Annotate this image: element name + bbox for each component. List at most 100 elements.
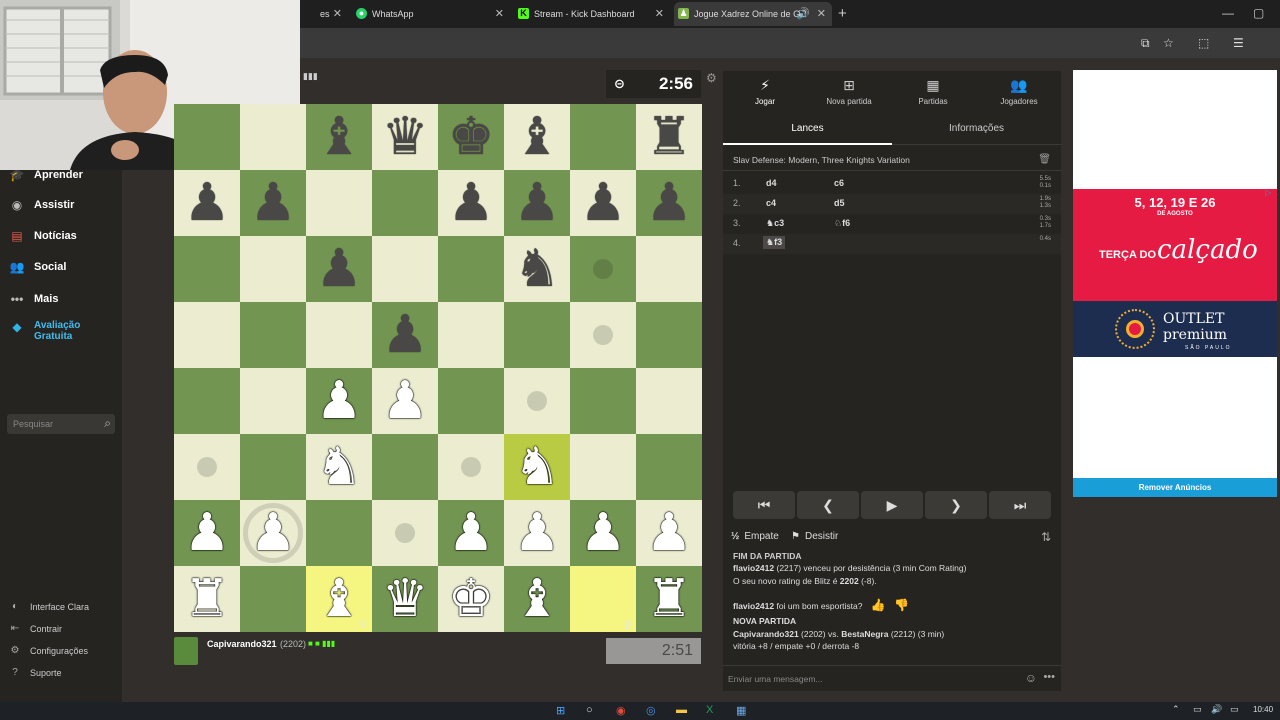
black-bishop-piece[interactable]: ♝	[306, 104, 372, 170]
calculator-icon[interactable]: ▦	[736, 704, 746, 717]
speaker-icon[interactable]: 🔊	[796, 7, 810, 20]
app-icon[interactable]: ◉	[616, 704, 626, 717]
play-button[interactable]: ▶	[861, 491, 923, 519]
sidebar-footer-suporte[interactable]: ? Suporte	[8, 667, 61, 678]
tab-partidas[interactable]: ▦ Partidas	[891, 71, 975, 115]
black-rook-piece[interactable]: ♜	[636, 104, 702, 170]
move-hint-dot[interactable]	[593, 325, 613, 345]
opening-name[interactable]: Slav Defense: Modern, Three Knights Vari…	[733, 155, 910, 165]
white-pawn-piece[interactable]: ♟	[636, 500, 702, 566]
square-b3[interactable]	[240, 434, 306, 500]
tab-jogadores[interactable]: 👥 Jogadores	[977, 71, 1061, 115]
black-pawn-piece[interactable]: ♟	[372, 302, 438, 368]
black-move[interactable]: ♘f6	[834, 218, 850, 229]
white-pawn-piece[interactable]: ♟	[372, 368, 438, 434]
sidebar-footer-interface-clara[interactable]: ◐ Interface Clara	[8, 601, 89, 612]
white-move[interactable]: d4	[766, 178, 777, 188]
volume-icon[interactable]: 🔊	[1211, 704, 1222, 715]
white-pawn-piece[interactable]: ♟	[570, 500, 636, 566]
minimize-icon[interactable]: —	[1222, 6, 1234, 20]
chrome-icon[interactable]: ◎	[646, 704, 656, 717]
sidebar-item-social[interactable]: 👥 Social	[8, 260, 67, 274]
square-d6[interactable]	[372, 236, 438, 302]
black-pawn-piece[interactable]: ♟	[240, 170, 306, 236]
browser-tab-chess[interactable]: ♟ Jogue Xadrez Online de GR 🔊 ✕	[674, 2, 832, 26]
black-queen-piece[interactable]: ♛	[372, 104, 438, 170]
white-pawn-piece[interactable]: ♟	[306, 368, 372, 434]
square-d7[interactable]	[372, 170, 438, 236]
browser-tab-kick[interactable]: K Stream - Kick Dashboard ✕	[514, 2, 670, 26]
square-e6[interactable]	[438, 236, 504, 302]
chess-board[interactable]: ♝ ♛ ♚ ♝ ♜ ♟ ♟ ♟ ♟ ♟ ♟ ♟ ♞ ♟ ♟ ♟ ♞ ♞ ♟ ♟ ♟ ♟ ♟ ♟ ♜ ♝ ♛ ♚ ♝ ♜ 7 6 5 4 3 2 1 a b c…	[174, 104, 702, 632]
square-h3[interactable]	[636, 434, 702, 500]
subtab-informacoes[interactable]: Informações	[892, 119, 1061, 145]
square-e5[interactable]	[438, 302, 504, 368]
white-knight-piece[interactable]: ♞	[306, 434, 372, 500]
browser-tab[interactable]: es ✕	[300, 2, 348, 26]
advertisement[interactable]: 5, 12, 19 E 26 DE AGOSTO TERÇA DO calçad…	[1073, 70, 1277, 497]
thumbs-down-icon[interactable]: 👎	[894, 598, 909, 612]
windows-start-icon[interactable]: ⊞	[556, 704, 565, 717]
square-b5[interactable]	[240, 302, 306, 368]
prev-move-button[interactable]: ❮	[797, 491, 859, 519]
move-hint-dot[interactable]	[461, 457, 481, 477]
square-e4[interactable]	[438, 368, 504, 434]
flip-board-icon[interactable]: ⇅	[1041, 530, 1051, 544]
black-pawn-piece[interactable]: ♟	[504, 170, 570, 236]
search-icon[interactable]: ⌕	[104, 416, 111, 431]
subtab-lances[interactable]: Lances	[723, 119, 892, 145]
sidebar-item-mais[interactable]: ••• Mais	[8, 292, 59, 306]
network-icon[interactable]: ▭	[1193, 704, 1202, 715]
star-icon[interactable]: ☆	[1163, 36, 1174, 50]
move-hint-dot[interactable]	[197, 457, 217, 477]
white-pawn-piece[interactable]: ♟	[504, 500, 570, 566]
white-pawn-piece[interactable]: ♟	[438, 500, 504, 566]
move-hint-dot[interactable]	[593, 259, 613, 279]
square-g3[interactable]	[570, 434, 636, 500]
black-pawn-piece[interactable]: ♟	[636, 170, 702, 236]
search-taskbar-icon[interactable]: ○	[586, 704, 593, 716]
thumbs-up-icon[interactable]: 👍	[871, 598, 886, 612]
black-move[interactable]: c6	[834, 178, 844, 188]
square-h6[interactable]	[636, 236, 702, 302]
trash-icon[interactable]: 🗑	[1038, 154, 1051, 165]
player-name[interactable]: Capivarando321	[207, 639, 277, 649]
ad-info-icon[interactable]: ▷	[1265, 188, 1271, 197]
sidebar-item-assistir[interactable]: ◉ Assistir	[8, 198, 75, 212]
move-hint-dot[interactable]	[527, 391, 547, 411]
draw-button[interactable]: ½ Empate	[731, 531, 779, 542]
sidebar-footer-contrair[interactable]: ⇤ Contrair	[8, 623, 62, 634]
board-settings-icon[interactable]: ⚙	[706, 71, 717, 85]
square-a8[interactable]	[174, 104, 240, 170]
white-move[interactable]: ♞f3	[763, 236, 786, 249]
search-input[interactable]: Pesquisar ⌕	[7, 414, 115, 434]
first-move-button[interactable]: ⏮	[733, 491, 795, 519]
close-tab-icon[interactable]: ✕	[817, 7, 826, 20]
white-pawn-piece[interactable]: ♟	[240, 500, 306, 566]
chat-username[interactable]: Capivarando321	[733, 629, 799, 639]
square-c2[interactable]	[306, 500, 372, 566]
emoji-icon[interactable]: ☺	[1025, 671, 1037, 685]
extensions-icon[interactable]: ⬚	[1198, 36, 1209, 50]
white-move[interactable]: c4	[766, 198, 776, 208]
black-pawn-piece[interactable]: ♟	[438, 170, 504, 236]
folder-icon[interactable]: ▬	[676, 704, 687, 716]
square-c7[interactable]	[306, 170, 372, 236]
chat-username[interactable]: BestaNegra	[841, 629, 888, 639]
move-hint-dot[interactable]	[395, 523, 415, 543]
black-pawn-piece[interactable]: ♟	[306, 236, 372, 302]
square-f5[interactable]	[504, 302, 570, 368]
sidebar-item-avaliacao[interactable]: ◆ Avaliação Gratuita	[8, 320, 108, 342]
square-b8[interactable]	[240, 104, 306, 170]
cast-icon[interactable]: ⧉	[1141, 36, 1150, 51]
last-move-button[interactable]: ⏭	[989, 491, 1051, 519]
player-avatar[interactable]	[174, 637, 198, 665]
white-move[interactable]: ♞c3	[766, 218, 784, 229]
black-knight-piece[interactable]: ♞	[504, 236, 570, 302]
close-tab-icon[interactable]: ✕	[655, 7, 664, 20]
sidebar-footer-configuracoes[interactable]: ⚙ Configurações	[8, 645, 89, 656]
square-b4[interactable]	[240, 368, 306, 434]
more-icon[interactable]: •••	[1043, 671, 1055, 683]
resign-button[interactable]: ⚑ Desistir	[791, 531, 838, 542]
square-d3[interactable]	[372, 434, 438, 500]
